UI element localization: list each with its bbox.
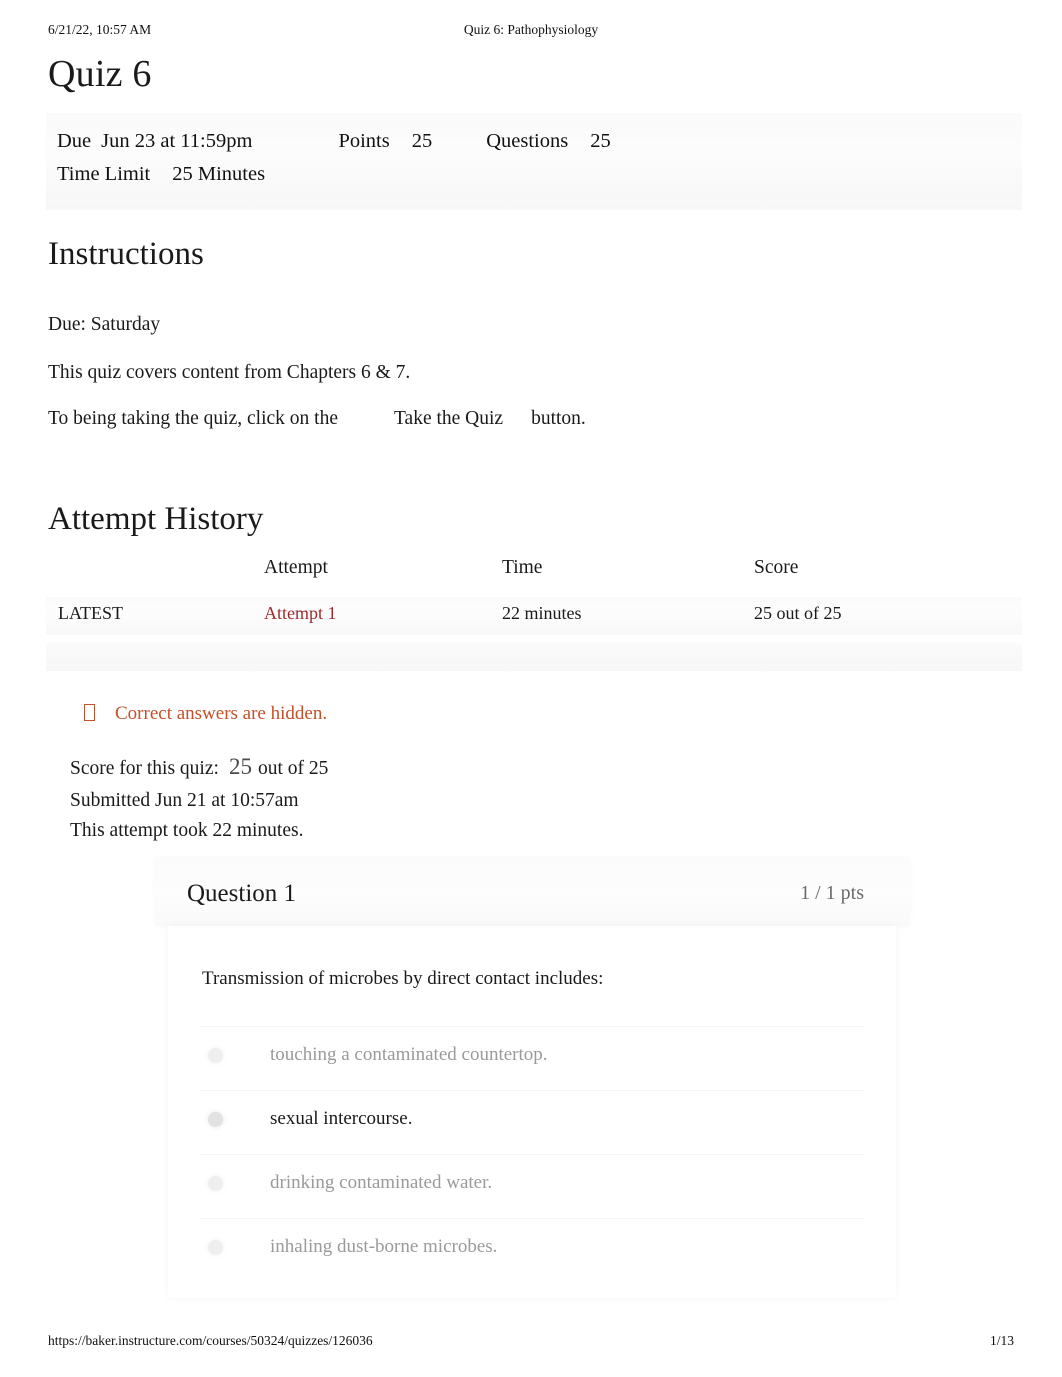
column-header-score: Score [754,557,799,578]
points-label: Points [338,130,390,152]
answer-option-label: touching a contaminated countertop. [270,1044,548,1065]
due-label: Due [57,130,92,152]
attempt-time: 22 minutes [502,603,582,623]
score-for-quiz: Score for this quiz: 25 out of 25 [70,754,328,780]
column-header-time: Time [502,557,543,578]
question-body: Transmission of microbes by direct conta… [168,926,896,1298]
instructions-paragraph-due: Due: Saturday [48,314,161,335]
radio-button-icon[interactable] [208,1112,223,1127]
radio-button-icon[interactable] [208,1176,223,1191]
print-footer: https://baker.instructure.com/courses/50… [0,1333,1062,1353]
quiz-details-row-primary: Due Jun 23 at 11:59pm Points 25 Questions 25 [57,130,611,158]
score-value: 25 [228,754,252,779]
correct-answers-hidden-text: Correct answers are hidden. [115,703,328,724]
attempt-link[interactable]: Attempt 1 [264,603,337,624]
table-row: LATEST Attempt 1 22 minutes 25 out of 25 [46,597,1022,635]
print-footer-page-number: 1/13 [989,1333,1014,1348]
radio-button-icon[interactable] [208,1240,223,1255]
points-value: 25 [411,130,433,152]
info-icon [84,704,95,721]
questions-value: 25 [590,130,611,152]
instructions-howto-prefix: To being taking the quiz, click on the [48,408,338,429]
instructions-howto-suffix: button. [531,408,586,429]
attempt-duration: This attempt took 22 minutes. [70,820,304,841]
correct-answers-hidden-notice: Correct answers are hidden. [84,703,327,725]
questions-label: Questions [486,130,569,152]
question-block: Question 1 1 / 1 pts Transmission of mic… [155,858,910,1298]
instructions-paragraph-howto: To being taking the quiz, click on the Ta… [48,406,586,431]
attempt-latest-marker: LATEST [58,603,123,623]
table-footer-spacer [46,643,1022,671]
question-prompt: Transmission of microbes by direct conta… [202,968,604,989]
score-suffix: out of 25 [257,758,329,779]
quiz-details-row-secondary: Time Limit 25 Minutes [57,163,265,191]
question-header: Question 1 1 / 1 pts [155,858,910,926]
answer-option-label: inhaling dust-borne microbes. [270,1236,498,1257]
instructions-paragraph-coverage: This quiz covers content from Chapters 6… [48,362,411,383]
answer-option[interactable]: drinking contaminated water. [200,1154,864,1218]
score-label: Score for this quiz: [70,758,219,779]
attempt-score: 25 out of 25 [754,603,842,623]
answer-option[interactable]: sexual intercourse. [200,1090,864,1154]
submitted-timestamp: Submitted Jun 21 at 10:57am [70,790,299,811]
time-limit-value: 25 Minutes [172,163,266,185]
take-the-quiz-button-label[interactable]: Take the Quiz [394,408,503,429]
quiz-details-band: Due Jun 23 at 11:59pm Points 25 Questions 25 … [46,113,1022,210]
print-header: 6/21/22, 10:57 AM Quiz 6: Pathophysiolog… [0,22,1062,42]
attempt-history-heading: Attempt History [48,501,264,537]
print-header-title: Quiz 6: Pathophysiology [463,22,599,37]
answer-option[interactable]: touching a contaminated countertop. [200,1026,864,1090]
answer-option[interactable]: inhaling dust-borne microbes. [200,1218,864,1282]
due-value: Jun 23 at 11:59pm [101,130,253,152]
radio-button-icon[interactable] [208,1048,223,1063]
time-limit-label: Time Limit [57,163,151,185]
question-points: 1 / 1 pts [800,882,864,904]
attempt-history-table: Attempt Time Score LATEST Attempt 1 22 m… [46,555,1022,671]
question-name: Question 1 [187,880,297,907]
print-footer-url: https://baker.instructure.com/courses/50… [48,1333,373,1348]
page-title: Quiz 6 [48,53,152,95]
instructions-heading: Instructions [48,236,204,272]
answer-option-label: sexual intercourse. [270,1108,413,1129]
answer-option-label: drinking contaminated water. [270,1172,493,1193]
table-header-row: Attempt Time Score [46,555,1022,581]
answer-list: touching a contaminated countertop. sexu… [200,1026,864,1282]
column-header-attempt: Attempt [264,557,328,578]
